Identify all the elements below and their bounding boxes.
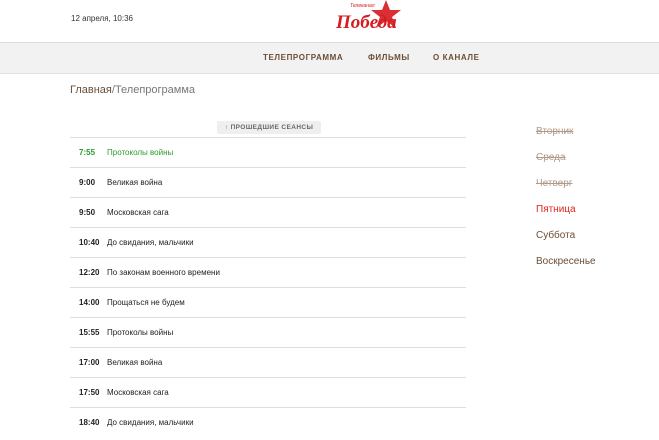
nav-item-about[interactable]: О КАНАЛЕ xyxy=(433,53,480,62)
day-saturday[interactable]: Суббота xyxy=(536,230,596,256)
past-sessions-button[interactable]: ↑ ПРОШЕДШИЕ СЕАНСЫ xyxy=(217,121,321,134)
schedule-row-current[interactable]: 7:55 Протоколы войны xyxy=(70,137,466,168)
schedule-title[interactable]: До свидания, мальчики xyxy=(107,238,194,247)
breadcrumb: Главная/Телепрограмма xyxy=(70,84,195,96)
schedule-time: 9:00 xyxy=(79,178,96,187)
day-thursday[interactable]: Четверг xyxy=(536,178,596,204)
channel-logo[interactable]: Телеканал Победа xyxy=(330,0,414,42)
schedule-time: 18:40 xyxy=(79,418,100,427)
schedule-title[interactable]: Протоколы войны xyxy=(107,328,173,337)
schedule-list: 7:55 Протоколы войны 9:00 Великая война … xyxy=(70,137,466,437)
breadcrumb-current: Телепрограмма xyxy=(114,84,196,96)
schedule-title[interactable]: Прощаться не будем xyxy=(107,298,185,307)
day-selector: Вторник Среда Четверг Пятница Суббота Во… xyxy=(536,126,596,282)
schedule-row[interactable]: 17:50 Московская сага xyxy=(70,377,466,407)
schedule-row[interactable]: 9:00 Великая война xyxy=(70,167,466,197)
day-wednesday[interactable]: Среда xyxy=(536,152,596,178)
schedule-title[interactable]: Московская сага xyxy=(107,388,169,397)
day-friday[interactable]: Пятница xyxy=(536,204,596,230)
schedule-row[interactable]: 12:20 По законам военного времени xyxy=(70,257,466,287)
schedule-row[interactable]: 17:00 Великая война xyxy=(70,347,466,377)
schedule-time: 15:55 xyxy=(79,328,100,337)
schedule-time: 17:00 xyxy=(79,358,100,367)
breadcrumb-home[interactable]: Главная xyxy=(70,84,112,96)
schedule-time: 10:40 xyxy=(79,238,100,247)
schedule-row[interactable]: 18:40 До свидания, мальчики xyxy=(70,407,466,437)
day-tuesday[interactable]: Вторник xyxy=(536,126,596,152)
schedule-row[interactable]: 10:40 До свидания, мальчики xyxy=(70,227,466,257)
schedule-time: 7:55 xyxy=(79,148,96,157)
current-datetime: 12 апреля, 10:36 xyxy=(71,14,133,23)
schedule-time: 9:50 xyxy=(79,208,96,217)
schedule-title[interactable]: До свидания, мальчики xyxy=(107,418,194,427)
main-nav: ТЕЛЕПРОГРАММА ФИЛЬМЫ О КАНАЛЕ xyxy=(0,43,659,74)
schedule-row[interactable]: 9:50 Московская сага xyxy=(70,197,466,227)
nav-item-films[interactable]: ФИЛЬМЫ xyxy=(368,53,410,62)
site-header: 12 апреля, 10:36 Телеканал Победа xyxy=(0,0,659,43)
day-sunday[interactable]: Воскресенье xyxy=(536,256,596,282)
nav-item-tv-program[interactable]: ТЕЛЕПРОГРАММА xyxy=(263,53,343,62)
schedule-title[interactable]: Протоколы войны xyxy=(107,148,173,157)
schedule-title[interactable]: Московская сага xyxy=(107,208,169,217)
schedule-row[interactable]: 15:55 Протоколы войны xyxy=(70,317,466,347)
logo-small-text: Телеканал xyxy=(350,3,375,9)
schedule-title[interactable]: Великая война xyxy=(107,178,162,187)
schedule-title[interactable]: Великая война xyxy=(107,358,162,367)
schedule-row[interactable]: 14:00 Прощаться не будем xyxy=(70,287,466,317)
schedule-time: 17:50 xyxy=(79,388,100,397)
logo-main-text: Победа xyxy=(335,12,397,33)
schedule-time: 14:00 xyxy=(79,298,100,307)
schedule-title[interactable]: По законам военного времени xyxy=(107,268,220,277)
schedule-time: 12:20 xyxy=(79,268,100,277)
